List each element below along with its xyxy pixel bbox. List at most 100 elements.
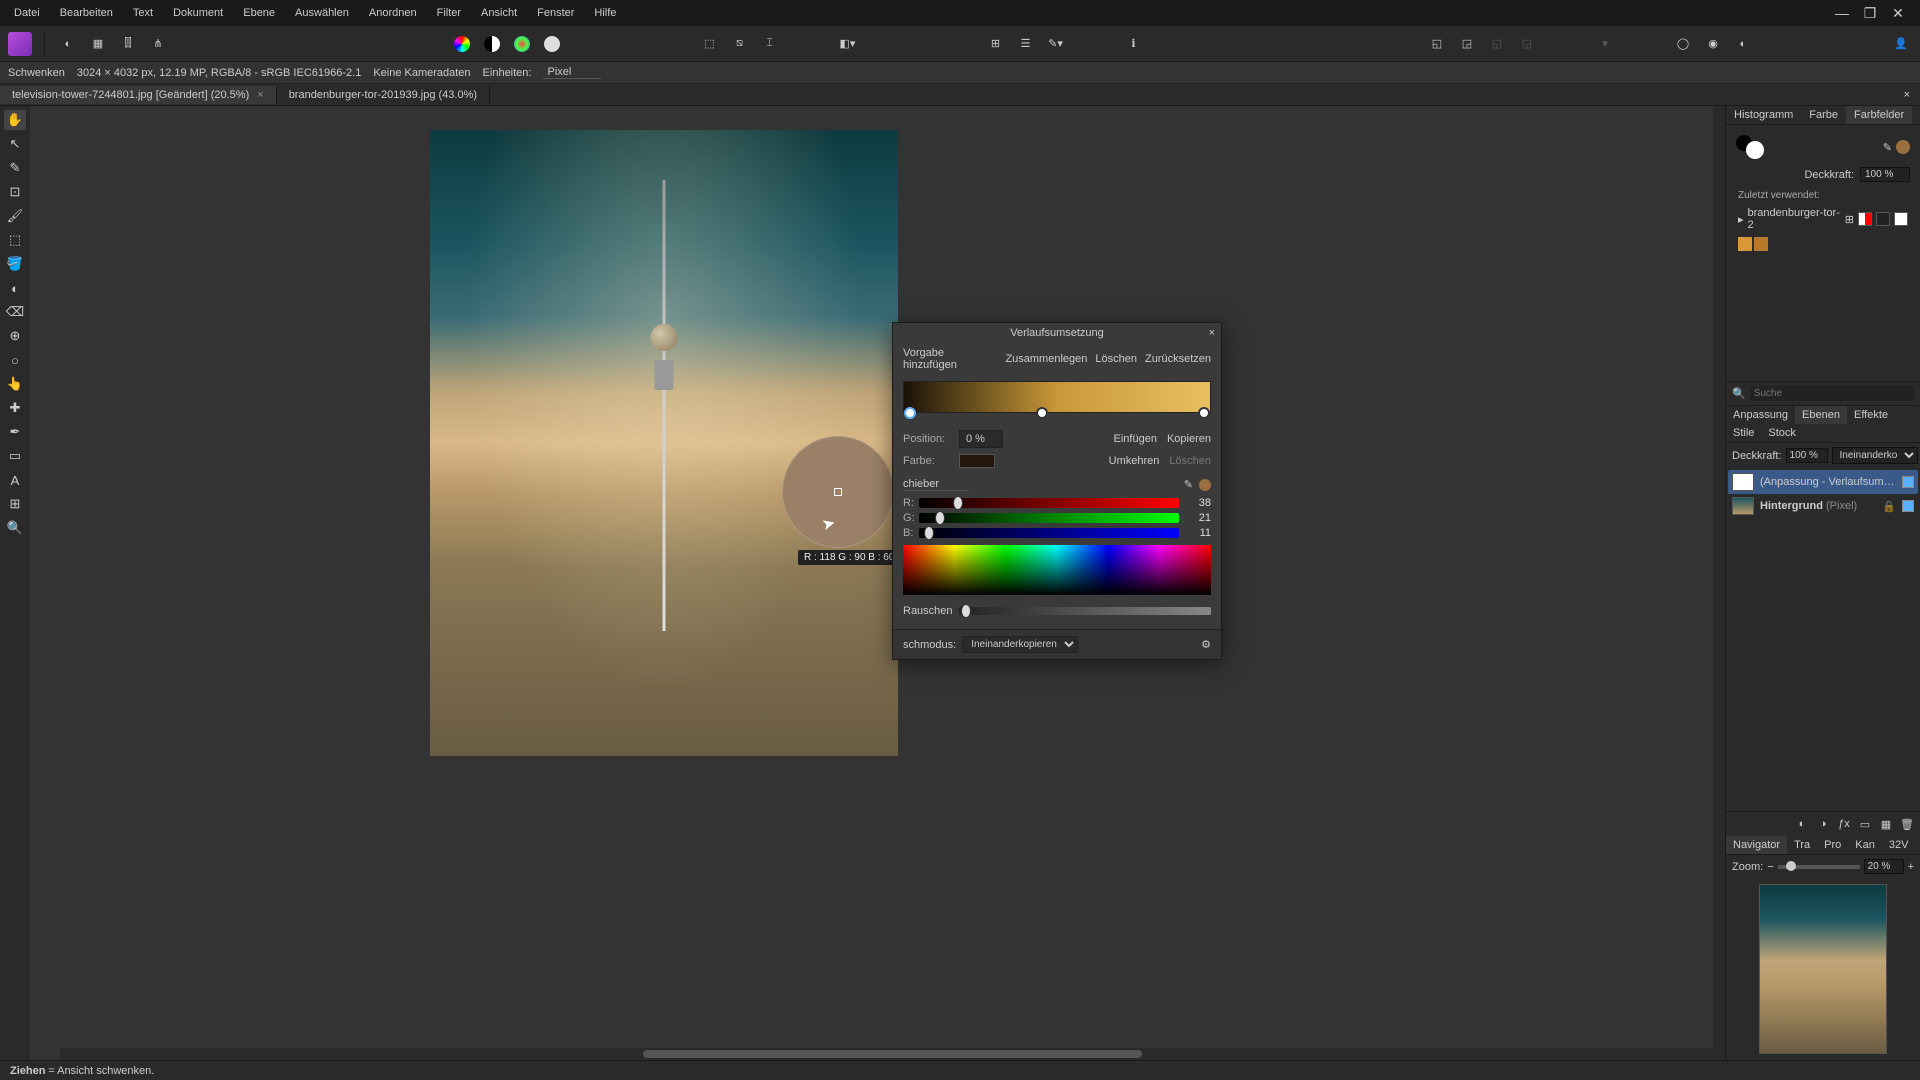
search-input[interactable] (1750, 386, 1914, 401)
eyedropper-panel-icon[interactable]: ✎ (1883, 141, 1892, 154)
preset-swatch-3[interactable] (1894, 212, 1908, 226)
maximize-icon[interactable]: ❐ (1860, 5, 1880, 22)
gradient-stop-2[interactable] (1036, 407, 1048, 419)
layer-mask-icon[interactable]: ◐ (1793, 816, 1811, 832)
delete-button[interactable]: Löschen (1095, 353, 1137, 365)
zoom-field[interactable] (1864, 859, 1904, 874)
dodge-tool-icon[interactable]: ○ (4, 350, 26, 370)
layer-opacity-field[interactable] (1786, 448, 1828, 463)
eyedropper-icon[interactable]: ✎ (1184, 478, 1193, 491)
move-tool-icon[interactable]: ↖ (4, 134, 26, 154)
delete-stop-button[interactable]: Löschen (1169, 455, 1211, 467)
reset-button[interactable]: Zurücksetzen (1145, 353, 1211, 365)
persona-photo-icon[interactable]: ◐ (57, 33, 79, 55)
arrange-3-icon[interactable]: ◱ (1486, 33, 1508, 55)
h-scrollbar[interactable] (60, 1048, 1725, 1060)
tab-pinsel[interactable]: Pinsel (1912, 106, 1920, 124)
tab-pro[interactable]: Pro (1817, 836, 1848, 854)
preset-name[interactable]: brandenburger-tor-2 (1748, 207, 1841, 231)
persona-develop-icon[interactable]: ⫿⫿ (117, 33, 139, 55)
layer-adjust-icon[interactable]: ◑ (1814, 816, 1832, 832)
brush-tool-icon[interactable]: 🖌 (4, 206, 26, 226)
add-preset-button[interactable]: Vorgabe hinzufügen (903, 347, 989, 371)
tab-navigator[interactable]: Navigator (1726, 836, 1787, 854)
menu-hilfe[interactable]: Hilfe (584, 3, 626, 23)
color-picker-tool-icon[interactable]: ✎ (4, 158, 26, 178)
crop-icon[interactable]: ◧▾ (837, 33, 859, 55)
blend-mode-select[interactable]: Ineinanderkopieren (962, 636, 1078, 653)
preset-dropdown-icon[interactable]: ▸ (1738, 213, 1744, 226)
dialog-close-icon[interactable]: × (1209, 327, 1215, 339)
marquee-tool-icon[interactable]: ⬚ (4, 230, 26, 250)
tab-television-tower[interactable]: television-tower-7244801.jpg [Geändert] … (0, 86, 277, 104)
mini-swatch-1[interactable] (1738, 237, 1752, 251)
b-slider[interactable] (919, 528, 1179, 538)
hue-saturation-picker[interactable] (903, 545, 1211, 595)
layer-lock-icon[interactable]: 🔒 (1882, 500, 1896, 513)
menu-datei[interactable]: Datei (4, 3, 50, 23)
gradient-stop-1[interactable] (904, 407, 916, 419)
flood-tool-icon[interactable]: 🪣 (4, 254, 26, 274)
v-scrollbar[interactable] (1713, 106, 1725, 1048)
gear-icon[interactable]: ⚙ (1201, 638, 1211, 651)
color-type-select[interactable]: chieber (903, 478, 969, 491)
tab-farbe[interactable]: Farbe (1801, 106, 1846, 124)
merge-button[interactable]: Zusammenlegen (1005, 353, 1087, 365)
cloud-3-icon[interactable]: ◐ (1732, 33, 1754, 55)
clone-tool-icon[interactable]: ⊕ (4, 326, 26, 346)
insert-button[interactable]: Einfügen (1114, 433, 1157, 445)
preset-swatch-2[interactable] (1876, 212, 1890, 226)
zoom-out-icon[interactable]: − (1767, 861, 1773, 873)
assistant-icon[interactable]: ✎▾ (1045, 33, 1067, 55)
layer-group-icon[interactable]: ▭ (1856, 816, 1874, 832)
tab-tra[interactable]: Tra (1787, 836, 1817, 854)
menu-auswaehlen[interactable]: Auswählen (285, 3, 359, 23)
dropdown-icon[interactable]: ▾ (1594, 33, 1616, 55)
menu-text[interactable]: Text (123, 3, 163, 23)
color-swatch[interactable] (959, 454, 995, 468)
fg-color-swatch[interactable] (1746, 141, 1764, 159)
menu-ansicht[interactable]: Ansicht (471, 3, 527, 23)
arrange-back-icon[interactable]: ◱ (1426, 33, 1448, 55)
persona-export-icon[interactable]: ⋔ (147, 33, 169, 55)
autoselect-icon[interactable]: ⌶ (759, 33, 781, 55)
cloud-1-icon[interactable]: ◯ (1672, 33, 1694, 55)
soft-proof-icon[interactable] (541, 33, 563, 55)
preset-swatch-1[interactable] (1858, 212, 1872, 226)
tab-brandenburger[interactable]: brandenburger-tor-201939.jpg (43.0%) (277, 86, 490, 104)
invert-button[interactable]: Umkehren (1109, 455, 1160, 467)
minimize-icon[interactable]: — (1832, 5, 1852, 22)
layer-add-icon[interactable]: ▦ (1877, 816, 1895, 832)
mini-swatch-2[interactable] (1754, 237, 1768, 251)
tab-kan[interactable]: Kan (1848, 836, 1882, 854)
layer-blend-select[interactable]: Ineinanderko (1832, 447, 1918, 464)
tab-stile[interactable]: Stile (1726, 424, 1761, 442)
zoom-tool-icon[interactable]: 🔍 (4, 518, 26, 538)
contrast-icon[interactable] (481, 33, 503, 55)
arrange-4-icon[interactable]: ◲ (1516, 33, 1538, 55)
g-slider[interactable] (919, 513, 1179, 523)
tab-ebenen[interactable]: Ebenen (1795, 406, 1847, 424)
heal-tool-icon[interactable]: ✚ (4, 398, 26, 418)
color-wheel-icon[interactable] (511, 33, 533, 55)
zoom-slider[interactable] (1778, 865, 1860, 869)
pen-tool-icon[interactable]: ✒ (4, 422, 26, 442)
swatch-opacity-field[interactable] (1860, 167, 1910, 182)
swatches-icon[interactable] (451, 33, 473, 55)
stack-icon[interactable]: ☰ (1015, 33, 1037, 55)
tab-32v[interactable]: 32V (1882, 836, 1916, 854)
eraser-tool-icon[interactable]: ⌫ (4, 302, 26, 322)
tab-close-icon[interactable]: × (257, 89, 263, 101)
mesh-tool-icon[interactable]: ⊞ (4, 494, 26, 514)
layer-delete-icon[interactable]: 🗑 (1898, 816, 1916, 832)
preset-menu-icon[interactable]: ⊞ (1845, 213, 1854, 226)
menu-bearbeiten[interactable]: Bearbeiten (50, 3, 123, 23)
text-tool-icon[interactable]: A (4, 470, 26, 490)
grid-icon[interactable]: ⊞ (985, 33, 1007, 55)
arrange-front-icon[interactable]: ◲ (1456, 33, 1478, 55)
copy-button[interactable]: Kopieren (1167, 433, 1211, 445)
navigator-preview[interactable] (1759, 884, 1887, 1054)
gradient-stop-3[interactable] (1198, 407, 1210, 419)
close-icon[interactable]: ✕ (1888, 5, 1908, 22)
g-value[interactable]: 21 (1185, 512, 1211, 524)
